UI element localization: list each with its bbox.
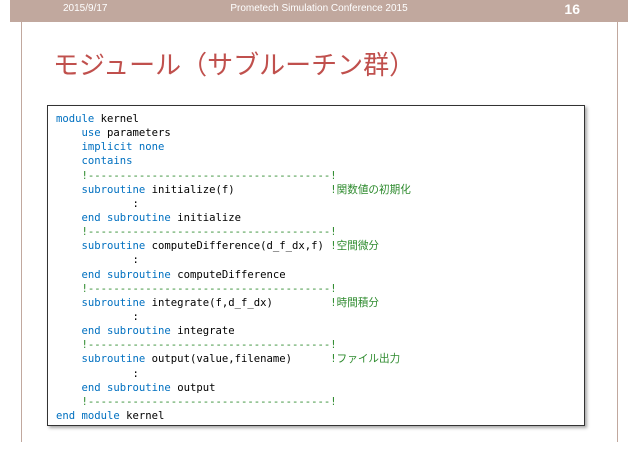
code-text: : (56, 197, 139, 210)
header-bar: 2015/9/17 Prometech Simulation Conferenc… (10, 0, 628, 22)
code-line: end subroutine output (56, 381, 411, 395)
code-comment: !--------------------------------------! (81, 339, 337, 352)
code-text: : (56, 310, 139, 323)
code-keyword: implicit none (81, 141, 165, 154)
code-text: output (170, 381, 216, 394)
code-comment: !関数値の初期化 (330, 183, 411, 196)
code-comment: !空間微分 (330, 240, 380, 253)
code-line: : (56, 197, 411, 211)
code-line: subroutine computeDifference(d_f_dx,f) !… (56, 239, 411, 253)
code-line: subroutine integrate(f,d_f_dx) !時間積分 (56, 296, 411, 310)
code-keyword: end module (56, 409, 120, 422)
code-comment: !--------------------------------------! (81, 169, 337, 182)
code-line: implicit none (56, 140, 411, 154)
code-keyword: subroutine (81, 353, 146, 366)
code-text: : (56, 367, 139, 380)
code-text: kernel (94, 113, 139, 125)
code-text: parameters (100, 127, 171, 140)
code-keyword: end subroutine (81, 268, 171, 281)
code-keyword: end subroutine (81, 381, 171, 394)
code-text: integrate(f,d_f_dx) (145, 296, 331, 309)
slide: 2015/9/17 Prometech Simulation Conferenc… (0, 0, 638, 452)
code-keyword: use (81, 127, 101, 140)
code-line: : (56, 367, 411, 381)
code-line: use parameters (56, 126, 411, 140)
code-keyword: subroutine (81, 240, 146, 253)
code-keyword: module (56, 113, 95, 125)
code-line: end subroutine integrate (56, 324, 411, 338)
code-keyword: subroutine (81, 183, 146, 196)
code-comment: !ファイル出力 (330, 353, 401, 366)
code-keyword: subroutine (81, 296, 146, 309)
code-line: contains (56, 154, 411, 168)
code-keyword: contains (81, 155, 133, 168)
code-line: : (56, 253, 411, 267)
code-line: end subroutine computeDifference (56, 268, 411, 282)
conference-name: Prometech Simulation Conference 2015 (230, 3, 408, 14)
code-keyword: end subroutine (81, 325, 171, 338)
code-line: end module kernel (56, 409, 411, 423)
code-line: subroutine initialize(f) !関数値の初期化 (56, 183, 411, 197)
code-line: !--------------------------------------! (56, 225, 411, 239)
code-text: kernel (119, 409, 165, 422)
code-line: !--------------------------------------! (56, 338, 411, 352)
code-text: output(value,filename) (145, 353, 331, 366)
page-number: 16 (564, 1, 580, 17)
code-text: initialize(f) (145, 183, 331, 196)
code-line: module kernel (56, 112, 411, 126)
frame-left-border (21, 22, 22, 442)
code-block: module kernel use parameters implicit no… (47, 105, 585, 426)
slide-title: モジュール（サブルーチン群） (53, 51, 416, 81)
code-text: computeDifference(d_f_dx,f) (145, 240, 331, 253)
frame-right-border (617, 22, 618, 442)
code-line: !--------------------------------------! (56, 169, 411, 183)
code-listing: module kernel use parameters implicit no… (56, 112, 411, 423)
code-text: initialize (170, 211, 241, 224)
code-comment: !--------------------------------------! (81, 395, 337, 408)
code-line: !--------------------------------------! (56, 282, 411, 296)
code-keyword: end subroutine (81, 211, 171, 224)
code-text: : (56, 254, 139, 267)
code-line: : (56, 310, 411, 324)
code-line: end subroutine initialize (56, 211, 411, 225)
code-comment: !--------------------------------------! (81, 282, 337, 295)
code-line: subroutine output(value,filename) !ファイル出… (56, 352, 411, 366)
code-comment: !--------------------------------------! (81, 226, 337, 239)
code-text: integrate (170, 325, 235, 338)
code-text: computeDifference (170, 268, 286, 281)
code-comment: !時間積分 (330, 296, 380, 309)
code-line: !--------------------------------------! (56, 395, 411, 409)
